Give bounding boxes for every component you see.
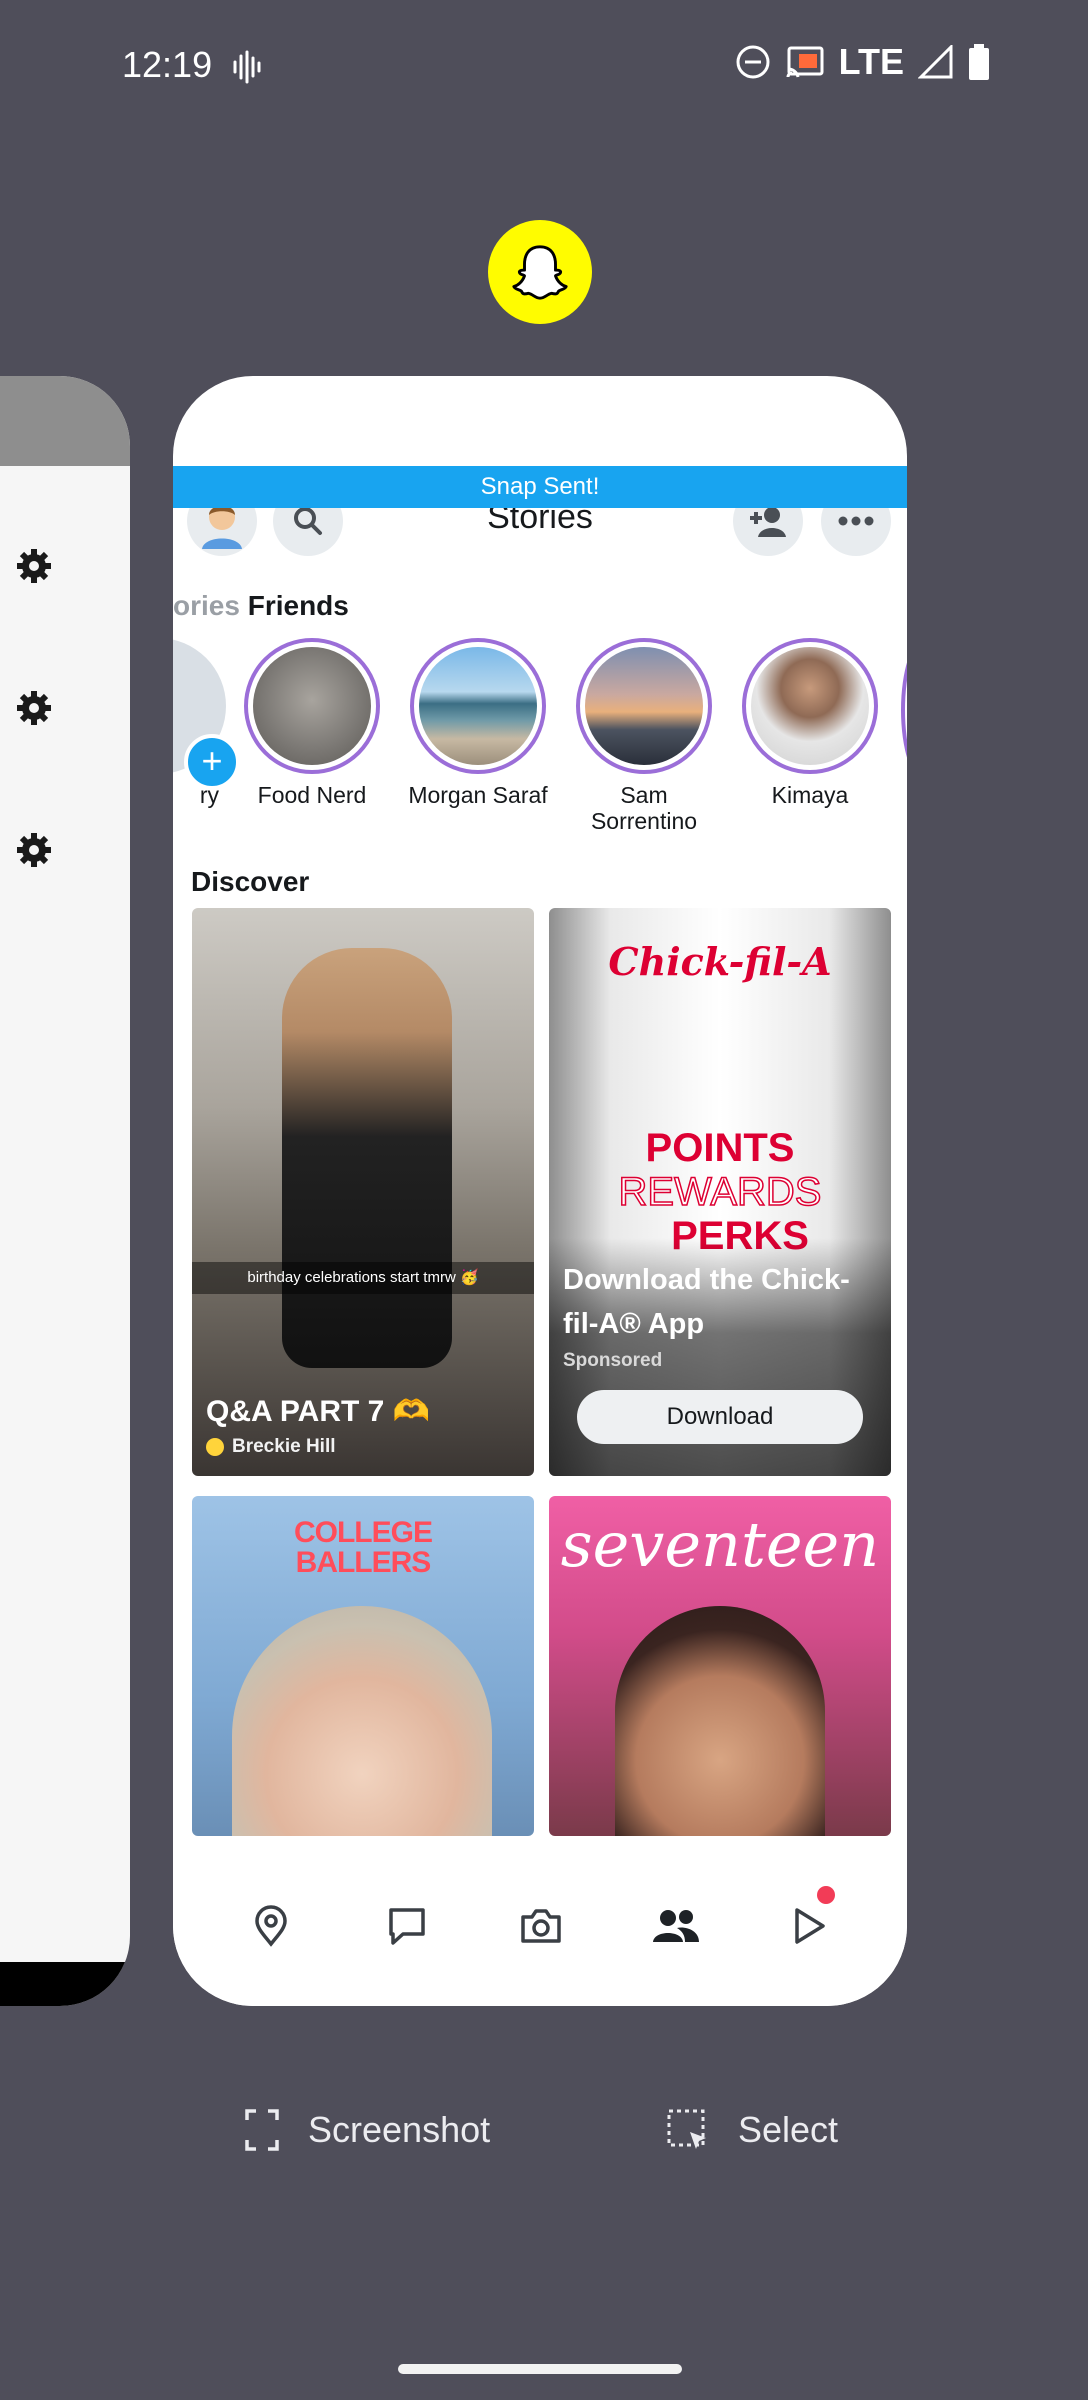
- sponsored-label: Sponsored: [563, 1350, 663, 1371]
- bottom-navigation: [173, 1838, 907, 2006]
- discover-tile-chick-fil-a-ad[interactable]: Chick-fil-A POINTS REWARDS PERKS Downloa…: [549, 908, 891, 1476]
- friends-label: Friends: [247, 590, 349, 621]
- tile-face: [232, 1606, 492, 1836]
- story-thumbnail: [253, 647, 371, 765]
- select-label: Select: [738, 2109, 839, 2150]
- story-name: Food Nerd: [257, 782, 367, 808]
- add-story-icon[interactable]: +: [184, 734, 240, 790]
- download-button[interactable]: Download: [577, 1390, 863, 1444]
- home-indicator[interactable]: [398, 2364, 682, 2374]
- story-partial[interactable]: [901, 638, 907, 782]
- story-name: Kimaya: [771, 782, 849, 808]
- signal-icon: [918, 45, 953, 79]
- map-pin-icon[interactable]: [249, 1904, 293, 1948]
- tile-creator: Breckie Hill: [232, 1436, 336, 1457]
- do-not-disturb-icon: [736, 45, 770, 79]
- story-morgan-saraf[interactable]: Morgan Saraf: [403, 638, 553, 808]
- tile-face: [615, 1606, 825, 1836]
- left-card-footer: [0, 1962, 130, 2006]
- recent-app-card-snapchat[interactable]: Stories Snap Sent! ories Friends + ry Fo…: [173, 376, 907, 2006]
- story-name: Morgan Saraf: [408, 782, 548, 808]
- tile-title: seventeen: [560, 1508, 880, 1581]
- voice-activity-icon: [233, 50, 261, 84]
- friends-section-label: ories Friends: [173, 590, 349, 622]
- tile-title: COLLEGE BALLERS: [293, 1516, 433, 1579]
- notification-dot: [817, 1886, 835, 1904]
- battery-icon: [969, 44, 989, 80]
- discover-label: Discover: [191, 866, 310, 897]
- story-sam-sorrentino[interactable]: Sam Sorrentino: [569, 638, 719, 834]
- chat-icon[interactable]: [385, 1904, 429, 1948]
- ad-title: Download the Chick-fil-A® App: [563, 1264, 850, 1340]
- select-icon: [667, 2109, 706, 2149]
- tile-title: Q&A PART 7 🫶: [206, 1395, 431, 1428]
- gear-icon: [17, 833, 51, 867]
- story-name: Sam Sorrentino: [590, 782, 698, 834]
- discover-tile-college-ballers[interactable]: COLLEGE BALLERS: [192, 1496, 534, 1836]
- story-my-story[interactable]: + ry: [173, 638, 240, 808]
- snapchat-ghost-icon: [512, 245, 568, 300]
- recent-app-card-left[interactable]: [0, 376, 130, 2006]
- promo-points: POINTS: [645, 1126, 795, 1170]
- story-kimaya[interactable]: Kimaya: [735, 638, 885, 808]
- friends-icon[interactable]: [651, 1904, 701, 1948]
- story-thumbnail: [751, 647, 869, 765]
- tile-figure: [282, 948, 452, 1368]
- story-thumbnail: [585, 647, 703, 765]
- camera-icon[interactable]: [519, 1904, 563, 1948]
- chick-fil-a-logo: Chick-fil-A: [608, 939, 832, 984]
- tile-caption: birthday celebrations start tmrw 🥳: [192, 1262, 534, 1294]
- cast-icon: [786, 46, 824, 78]
- promo-rewards: REWARDS: [618, 1169, 822, 1215]
- discover-tile-seventeen[interactable]: seventeen: [549, 1496, 891, 1836]
- left-card-header: [0, 376, 130, 466]
- story-thumbnail: [419, 647, 537, 765]
- status-icons: LTE: [735, 41, 990, 82]
- screenshot-label: Screenshot: [308, 2109, 491, 2150]
- screenshot-button[interactable]: Screenshot: [244, 2108, 490, 2152]
- gear-icon: [17, 549, 51, 583]
- select-button[interactable]: Select: [666, 2108, 838, 2152]
- spotlight-play-icon[interactable]: [787, 1904, 831, 1948]
- stories-partial-label: ories: [173, 590, 240, 621]
- snapchat-app-icon[interactable]: [488, 220, 592, 324]
- discover-tile-qa[interactable]: birthday celebrations start tmrw 🥳 Q&A P…: [192, 908, 534, 1476]
- star-badge-icon: [206, 1438, 224, 1456]
- status-time: 12:19: [122, 44, 213, 85]
- add-friend-icon: [750, 507, 786, 537]
- gear-icon: [17, 691, 51, 725]
- story-food-nerd[interactable]: Food Nerd: [237, 638, 387, 808]
- network-type: LTE: [838, 41, 904, 82]
- screenshot-icon: [245, 2109, 279, 2151]
- more-icon: [838, 516, 874, 526]
- snap-sent-banner: Snap Sent!: [173, 466, 907, 508]
